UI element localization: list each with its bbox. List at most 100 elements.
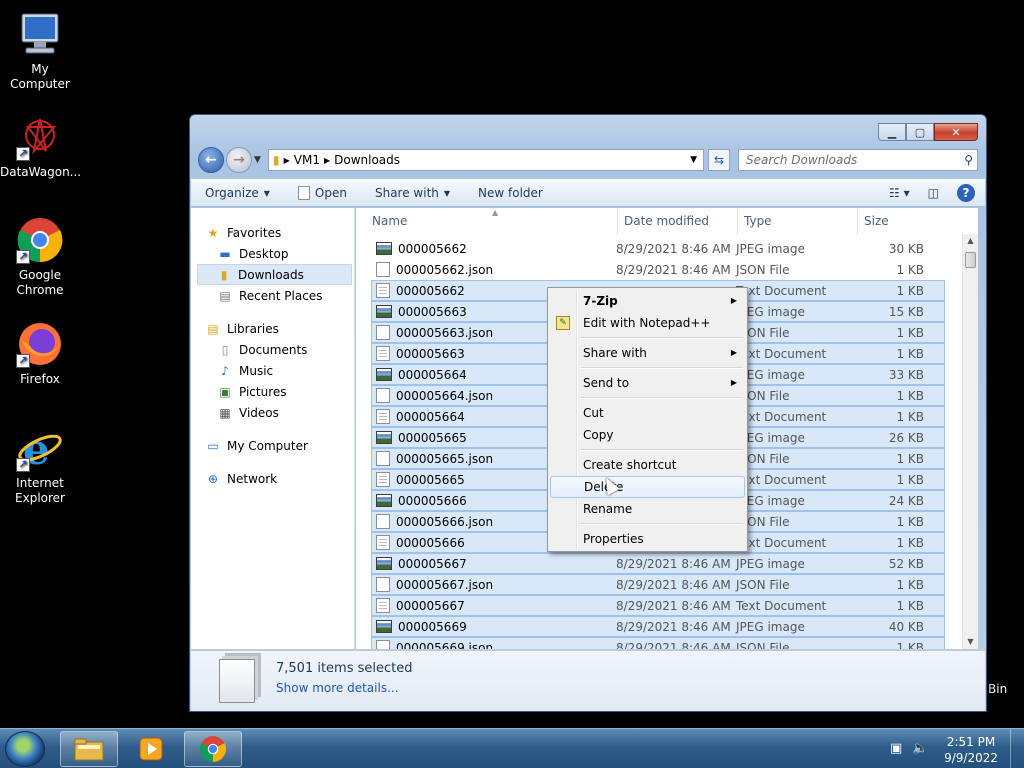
nav-recent-places[interactable]: ▤ Recent Places <box>191 285 354 306</box>
recent-pages-dropdown[interactable]: ▼ <box>254 155 266 165</box>
minimize-button[interactable]: ▁ <box>878 123 906 141</box>
command-bar: Organize ▼ Open Share with ▼ New folder ☷ … <box>191 179 985 207</box>
scroll-up-icon[interactable]: ▲ <box>963 234 978 248</box>
menu-item-edit-with-notepad[interactable]: ✎ Edit with Notepad++ <box>550 312 745 334</box>
file-name-cell: 000005662 <box>372 242 616 256</box>
file-row[interactable]: 000005662 8/29/2021 8:46 AM JPEG image 30 K… <box>371 238 945 259</box>
desktop-icon-my-computer[interactable]: My Computer <box>0 10 80 92</box>
nav-favorites[interactable]: ★ Favorites <box>191 222 354 243</box>
help-icon[interactable]: ? <box>957 184 975 202</box>
vertical-scrollbar[interactable]: ▲ ▼ <box>962 234 978 649</box>
share-with-button[interactable]: Share with ▼ <box>375 186 450 200</box>
nav-desktop[interactable]: ▬ Desktop <box>191 243 354 264</box>
breadcrumb-vm1[interactable]: VM1 <box>294 153 320 167</box>
start-button[interactable] <box>5 731 45 767</box>
file-size: 1 KB <box>896 388 924 403</box>
menu-separator <box>550 334 745 342</box>
clock[interactable]: 2:51 PM 9/9/2022 <box>944 734 998 766</box>
breadcrumb-downloads[interactable]: Downloads <box>334 153 400 167</box>
desktop-icon-internet-explorer[interactable]: e ↗ Internet Explorer <box>0 424 80 506</box>
file-row[interactable]: 000005667 8/29/2021 8:46 AM Text Document 1… <box>371 595 945 616</box>
caption-buttons: ▁ ▢ ✕ <box>878 123 978 141</box>
file-type: JPEG image <box>736 304 805 319</box>
show-more-details-link[interactable]: Show more details... <box>276 681 399 695</box>
file-row[interactable]: 000005669.json 8/29/2021 8:46 AM JSON File… <box>371 637 945 649</box>
column-size[interactable]: Size <box>858 208 962 234</box>
organize-button[interactable]: Organize ▼ <box>205 186 270 200</box>
close-button[interactable]: ✕ <box>934 123 978 141</box>
multiple-files-icon <box>219 659 255 703</box>
file-name: 000005666.json <box>396 514 494 529</box>
chevron-right-icon[interactable]: ▶ <box>324 156 330 165</box>
preview-pane-icon[interactable]: ◫ <box>928 186 939 200</box>
menu-item-cut[interactable]: Cut <box>550 402 745 424</box>
open-button[interactable]: Open <box>297 186 347 200</box>
column-type[interactable]: Type <box>738 208 858 234</box>
file-type: JSON File <box>736 262 790 277</box>
json-file-icon <box>376 577 390 592</box>
file-row[interactable]: 000005662.json 8/29/2021 8:46 AM JSON File… <box>371 259 945 280</box>
view-options-icon[interactable]: ☷ ▾ <box>889 186 910 200</box>
notepadpp-icon: ✎ <box>556 316 570 330</box>
file-size: 1 KB <box>896 535 924 550</box>
menu-item-delete[interactable]: Delete <box>550 476 745 498</box>
search-icon[interactable]: ⚲ <box>964 150 973 170</box>
back-arrow-icon: ← <box>205 152 217 168</box>
nav-network[interactable]: ⊕ Network <box>191 468 354 489</box>
scroll-thumb[interactable] <box>965 252 976 268</box>
forward-button[interactable]: → <box>226 147 252 173</box>
nav-libraries[interactable]: ▤ Libraries <box>191 318 354 339</box>
nav-label: Pictures <box>239 384 287 399</box>
file-name: 000005664 <box>396 409 465 424</box>
address-bar[interactable]: ▮ ▶ VM1 ▶ Downloads ▼ <box>268 149 704 171</box>
chrome-icon: ↗ <box>16 216 64 264</box>
menu-item-properties[interactable]: Properties <box>550 528 745 550</box>
json-file-icon <box>376 325 390 340</box>
recycle-bin-label[interactable]: Bin <box>988 682 1007 696</box>
nav-documents[interactable]: ▯ Documents <box>191 339 354 360</box>
column-date-modified[interactable]: Date modified <box>618 208 738 234</box>
desktop-icon-firefox[interactable]: ↗ Firefox <box>0 320 80 387</box>
close-icon: ✕ <box>951 125 961 139</box>
taskbar-chrome-button[interactable] <box>184 731 242 767</box>
jpeg-image-icon <box>376 557 392 570</box>
menu-item-create-shortcut[interactable]: Create shortcut <box>550 454 745 476</box>
volume-icon[interactable]: 🔈 <box>912 741 928 756</box>
address-dropdown-icon[interactable]: ▼ <box>690 155 697 165</box>
nav-pictures[interactable]: ▣ Pictures <box>191 381 354 402</box>
desktop-icon-google-chrome[interactable]: ↗ Google Chrome <box>0 216 80 298</box>
minimize-icon: ▁ <box>887 125 897 139</box>
desktop-icon-datawagon[interactable]: ↗ DataWagon... <box>0 113 81 180</box>
file-size: 26 KB <box>888 430 924 445</box>
menu-item-7-zip[interactable]: 7-Zip ▶ <box>550 290 745 312</box>
taskbar-media-player-button[interactable] <box>122 731 180 767</box>
network-status-icon[interactable]: ▣ <box>890 741 902 756</box>
maximize-button[interactable]: ▢ <box>906 123 934 141</box>
nav-my-computer[interactable]: ▭ My Computer <box>191 435 354 456</box>
search-input[interactable]: Search Downloads ⚲ <box>738 149 978 171</box>
chevron-right-icon[interactable]: ▶ <box>284 156 290 165</box>
file-size: 1 KB <box>896 514 924 529</box>
show-desktop-button[interactable] <box>1010 729 1024 768</box>
new-folder-button[interactable]: New folder <box>478 186 543 200</box>
scroll-down-icon[interactable]: ▼ <box>963 635 978 649</box>
file-row[interactable]: 000005669 8/29/2021 8:46 AM JPEG image 40 K… <box>371 616 945 637</box>
menu-item-rename[interactable]: Rename <box>550 498 745 520</box>
nav-downloads[interactable]: ▮ Downloads <box>197 264 352 285</box>
nav-music[interactable]: ♪ Music <box>191 360 354 381</box>
menu-item-send-to[interactable]: Send to ▶ <box>550 372 745 394</box>
nav-label: Libraries <box>227 321 279 336</box>
nav-label: Desktop <box>239 246 289 261</box>
taskbar-explorer-button[interactable] <box>60 731 118 767</box>
menu-item-copy[interactable]: Copy <box>550 424 745 446</box>
file-row[interactable]: 000005667 8/29/2021 8:46 AM JPEG image 52 K… <box>371 553 945 574</box>
back-button[interactable]: ← <box>198 147 224 173</box>
menu-item-share-with[interactable]: Share with ▶ <box>550 342 745 364</box>
file-name: 000005663.json <box>396 325 494 340</box>
file-row[interactable]: 000005667.json 8/29/2021 8:46 AM JSON File… <box>371 574 945 595</box>
nav-videos[interactable]: ▦ Videos <box>191 402 354 423</box>
file-date: 8/29/2021 8:46 AM <box>616 577 731 592</box>
view-controls: ☷ ▾ ◫ ? <box>889 184 975 202</box>
column-name[interactable]: Name <box>356 208 618 234</box>
refresh-button[interactable]: ⇆ <box>708 149 730 171</box>
